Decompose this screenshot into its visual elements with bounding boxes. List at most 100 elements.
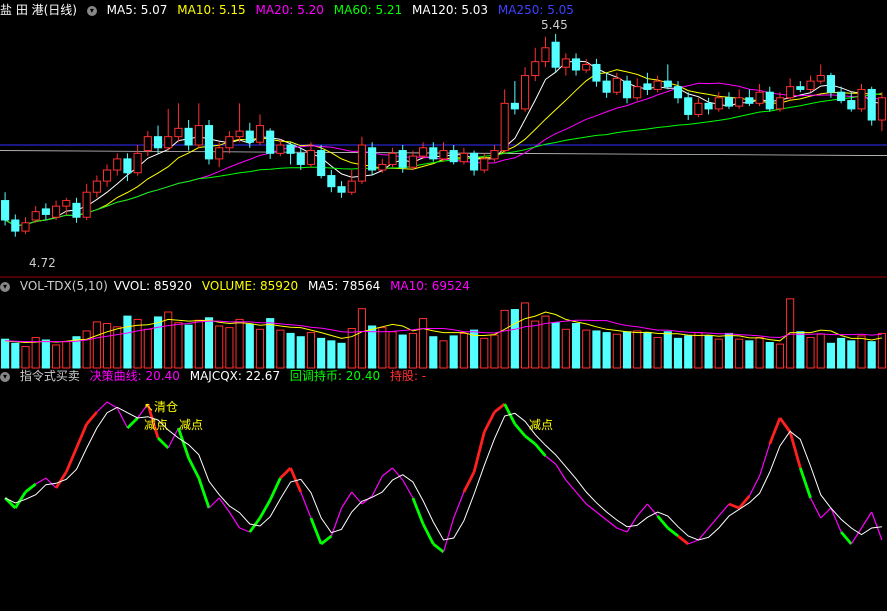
candle-body xyxy=(653,80,662,90)
volume-bar xyxy=(622,331,632,369)
candle-body xyxy=(419,147,428,157)
candle-body xyxy=(775,97,785,110)
decision-curve-segment xyxy=(768,417,782,445)
decision-curve-segment xyxy=(472,431,486,473)
indicator-volume: VOLUME: 85920 xyxy=(201,279,299,293)
volume-bar xyxy=(174,322,183,369)
decision-curve-segment xyxy=(606,519,618,529)
volume-bar xyxy=(266,318,275,369)
indicator-ma5: MA5: 5.07 xyxy=(106,3,168,17)
decision-curve-segment xyxy=(861,511,873,529)
candle-body xyxy=(31,211,40,221)
volume-bar xyxy=(82,330,91,369)
volume-bar xyxy=(286,332,295,369)
decision-curve-segment xyxy=(258,499,272,519)
decision-curve-segment xyxy=(392,467,404,481)
candle-body xyxy=(796,86,805,90)
volume-title: VOL-TDX(5,10) xyxy=(19,279,108,293)
annotation-clear-position: ↖清仓 xyxy=(144,400,179,414)
volume-bar xyxy=(296,336,305,369)
volume-bar xyxy=(184,324,193,369)
decision-curve-segment xyxy=(106,401,118,409)
candle-body xyxy=(765,91,774,110)
volume-bar xyxy=(1,338,10,369)
stock-title: 盐 田 港(日线) xyxy=(0,3,77,17)
volume-bar xyxy=(276,329,285,369)
candle-body xyxy=(378,163,387,171)
decision-curve-segment xyxy=(758,443,771,477)
decision-curve-segment xyxy=(788,431,802,469)
indicator-ma20: MA20: 5.20 xyxy=(255,3,324,17)
settings-circle-icon[interactable]: ▾ xyxy=(0,371,10,382)
candle-body xyxy=(286,144,295,154)
candle-body xyxy=(602,80,611,93)
candle-body xyxy=(143,136,152,152)
indicator-hold-stock: 持股: - xyxy=(389,369,427,383)
candle-body xyxy=(816,75,825,82)
decision-curve-segment xyxy=(565,479,577,493)
candle-body xyxy=(724,97,734,107)
volume-bar xyxy=(255,328,265,369)
candle-body xyxy=(276,144,285,154)
candle-body xyxy=(786,86,795,99)
decision-curve-segment xyxy=(799,467,812,499)
candle-body xyxy=(347,180,356,193)
volume-bar xyxy=(204,317,214,369)
candle-body xyxy=(673,86,683,99)
decision-curve-segment xyxy=(677,534,690,546)
volume-bar xyxy=(643,332,652,369)
high-price-label: 5.45 xyxy=(541,18,568,32)
candle-body xyxy=(174,127,183,138)
volume-bar xyxy=(225,327,234,369)
decision-curve-segment xyxy=(636,503,648,517)
indicator-majcqx: MAJCQX: 22.67 xyxy=(189,369,281,383)
candle-body xyxy=(755,91,764,104)
settings-circle-icon[interactable]: ▾ xyxy=(0,281,10,292)
candle-body xyxy=(867,88,876,121)
volume-bar xyxy=(684,335,693,369)
volume-bar xyxy=(561,328,570,369)
indicator-ma10: MA10: 5.15 xyxy=(177,3,246,17)
decision-curve-segment xyxy=(432,542,445,554)
candle-body xyxy=(21,222,30,232)
volume-bar xyxy=(500,309,509,369)
volume-bar xyxy=(41,339,50,369)
volume-panel-header: ▾ VOL-TDX(5,10) VVOL: 85920 VOLUME: 8592… xyxy=(0,278,476,294)
volume-bar xyxy=(490,334,499,369)
volume-bar xyxy=(11,342,20,369)
decision-curve-segment xyxy=(300,491,312,519)
decision-curve-segment xyxy=(96,401,108,413)
candle-body xyxy=(735,97,744,107)
decision-curve-segment xyxy=(361,495,373,505)
candle-body xyxy=(72,202,81,218)
candle-body xyxy=(745,97,754,104)
candle-body xyxy=(164,136,173,149)
volume-bar xyxy=(347,327,356,369)
candle-body xyxy=(357,144,367,182)
decision-curve-segment xyxy=(626,515,638,533)
decision-curve-segment xyxy=(35,477,47,485)
decision-curve-segment xyxy=(666,526,679,538)
volume-bar xyxy=(816,333,825,369)
decision-curve-segment xyxy=(197,477,211,509)
volume-bar xyxy=(775,343,785,369)
candle-body xyxy=(633,86,642,99)
volume-bar xyxy=(867,341,876,369)
candle-body xyxy=(52,205,61,218)
volume-bar xyxy=(388,331,397,369)
volume-bar xyxy=(673,337,683,369)
candle-body xyxy=(1,200,10,221)
candle-body xyxy=(235,130,244,138)
candle-body xyxy=(806,80,815,90)
volume-bar xyxy=(306,332,316,369)
settings-circle-icon[interactable]: ▾ xyxy=(86,5,97,16)
candle-body xyxy=(317,150,326,177)
volume-bar xyxy=(551,322,560,369)
candle-body xyxy=(480,158,489,171)
candle-body xyxy=(398,150,407,168)
volume-bar xyxy=(337,342,346,369)
volume-bar xyxy=(704,335,713,369)
candle-body xyxy=(123,158,132,174)
volume-bar xyxy=(480,337,489,369)
candle-body xyxy=(184,127,193,146)
